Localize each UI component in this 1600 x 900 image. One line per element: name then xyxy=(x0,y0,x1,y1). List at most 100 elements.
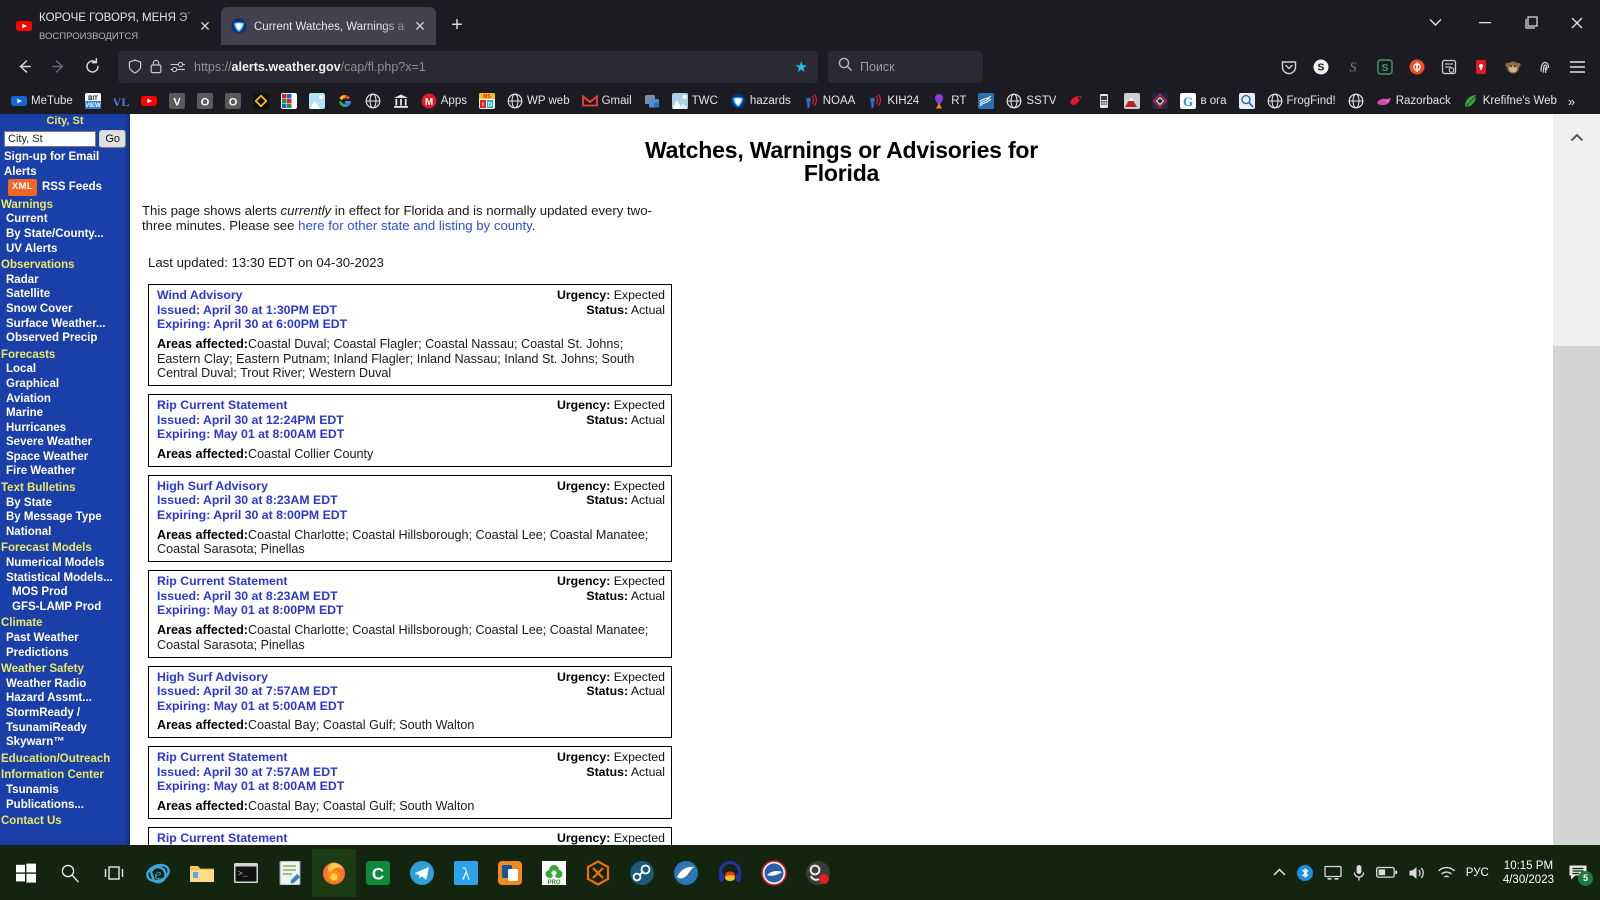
scroll-up-arrow-icon[interactable] xyxy=(1553,114,1600,161)
sidebar-item-space-weather[interactable]: Space Weather xyxy=(0,450,130,465)
alert-type-link[interactable]: Rip Current Statement xyxy=(157,398,557,413)
maximize-button[interactable] xyxy=(1508,0,1554,45)
new-tab-button[interactable]: + xyxy=(442,11,472,41)
sidebar-item-aviation[interactable]: Aviation xyxy=(0,392,130,407)
sidebar-item-numerical-models[interactable]: Numerical Models xyxy=(0,556,130,571)
steam-icon[interactable] xyxy=(620,849,664,897)
sidebar-item-by-message-type[interactable]: By Message Type xyxy=(0,510,130,525)
bookmarks-overflow-icon[interactable]: » xyxy=(1564,94,1579,109)
alert-expiring-time[interactable]: Expiring: April 30 at 6:00PM EDT xyxy=(157,317,557,332)
telegram-icon[interactable] xyxy=(400,849,444,897)
bookmark-item[interactable] xyxy=(1091,91,1117,111)
bookmark-item[interactable]: SSTV xyxy=(1001,91,1061,111)
internet-explorer-icon[interactable]: e xyxy=(136,849,180,897)
close-icon[interactable]: ✕ xyxy=(197,18,213,34)
bookmark-item[interactable] xyxy=(1234,91,1260,111)
bookmark-item[interactable]: TWC xyxy=(667,91,723,111)
city-state-input[interactable] xyxy=(4,131,97,147)
sidebar-item-surface-weather[interactable]: Surface Weather... xyxy=(0,317,130,332)
alert-type-link[interactable]: Rip Current Statement xyxy=(157,574,557,589)
s-green-box-icon[interactable]: S xyxy=(1370,52,1400,82)
file-explorer-icon[interactable] xyxy=(180,849,224,897)
other-state-link[interactable]: here for other state and listing by coun… xyxy=(298,218,532,233)
bookmark-item[interactable] xyxy=(136,91,162,111)
sidebar-item-statistical-models[interactable]: Statistical Models... xyxy=(0,571,130,586)
alert-issued-time[interactable]: Issued: April 30 at 7:57AM EDT xyxy=(157,684,557,699)
sidebar-item-warnings[interactable]: Warnings xyxy=(0,198,130,213)
address-bar[interactable]: https://alerts.weather.gov/cap/fl.php?x=… xyxy=(118,50,818,83)
fingerprint-icon[interactable] xyxy=(1530,52,1560,82)
forward-button[interactable] xyxy=(42,51,74,83)
sidebar-item-past-weather[interactable]: Past Weather xyxy=(0,631,130,646)
bookmark-item[interactable]: Gmail xyxy=(577,91,637,111)
close-icon[interactable]: ✕ xyxy=(412,18,428,34)
bookmark-item[interactable]: O xyxy=(192,91,218,111)
bookmark-item[interactable]: M Apps xyxy=(416,91,472,111)
sidebar-item-graphical[interactable]: Graphical xyxy=(0,377,130,392)
bookmark-item[interactable]: hazards xyxy=(725,91,796,111)
reload-button[interactable] xyxy=(76,51,108,83)
compass-icon[interactable] xyxy=(752,849,796,897)
sidebar-item-hurricanes[interactable]: Hurricanes xyxy=(0,421,130,436)
go-button[interactable]: Go xyxy=(99,130,126,148)
alert-type-link[interactable]: High Surf Advisory xyxy=(157,670,557,685)
sidebar-item-snow-cover[interactable]: Snow Cover xyxy=(0,302,130,317)
taskbar-search-icon[interactable] xyxy=(48,849,92,897)
bookmark-item[interactable]: V xyxy=(164,91,190,111)
alert-type-link[interactable]: High Surf Advisory xyxy=(157,479,557,494)
sidebar-item-forecasts[interactable]: Forecasts xyxy=(0,348,130,363)
sidebar-item-climate[interactable]: Climate xyxy=(0,616,130,631)
bookmark-item[interactable]: RT xyxy=(926,91,971,111)
lock-icon[interactable] xyxy=(150,59,162,74)
bookmark-item[interactable] xyxy=(1343,91,1369,111)
wifi-icon[interactable] xyxy=(1437,865,1456,880)
breadcrumb[interactable] xyxy=(130,114,1553,125)
icq-pro-icon[interactable]: PRO xyxy=(532,849,576,897)
bookmark-item[interactable]: MeTube xyxy=(6,91,78,111)
bookmark-item[interactable] xyxy=(973,91,999,111)
sidebar-item-contact-us[interactable]: Contact Us xyxy=(0,814,130,829)
back-button[interactable] xyxy=(8,51,40,83)
sidebar-item-observations[interactable]: Observations xyxy=(0,258,130,273)
alert-issued-time[interactable]: Issued: April 30 at 7:57AM EDT xyxy=(157,765,557,780)
language-indicator[interactable]: РУС xyxy=(1466,867,1489,879)
alert-expiring-time[interactable]: Expiring: May 01 at 8:00PM EDT xyxy=(157,603,557,618)
sidebar-item-information-center[interactable]: Information Center xyxy=(0,768,130,783)
alert-type-link[interactable]: Rip Current Statement xyxy=(157,831,557,845)
sidebar-item-stormready[interactable]: StormReady / xyxy=(0,706,130,721)
bookmark-item[interactable]: Gв ога xyxy=(1175,91,1231,111)
search-bar[interactable]: Поиск xyxy=(828,50,983,83)
sidebar-item-text-bulletins[interactable]: Text Bulletins xyxy=(0,481,130,496)
search-input-placeholder[interactable]: Поиск xyxy=(860,60,895,74)
alert-type-link[interactable]: Rip Current Statement xyxy=(157,750,557,765)
sidebar-item-forecast-models[interactable]: Forecast Models xyxy=(0,541,130,556)
obs-icon[interactable] xyxy=(796,849,840,897)
sidebar-item-local[interactable]: Local xyxy=(0,362,130,377)
alert-expiring-time[interactable]: Expiring: May 01 at 8:00AM EDT xyxy=(157,779,557,794)
sidebar-item-national[interactable]: National xyxy=(0,525,130,540)
bookmark-item[interactable] xyxy=(1063,91,1089,111)
list-all-tabs-icon[interactable] xyxy=(1408,0,1462,45)
sidebar-item-fire-weather[interactable]: Fire Weather xyxy=(0,464,130,479)
sidebar-item-tsunamis[interactable]: Tsunamis xyxy=(0,783,130,798)
bookmark-item[interactable]: BIT VIEW xyxy=(80,91,106,111)
lambda-app-icon[interactable]: λ xyxy=(444,849,488,897)
bookmark-item[interactable] xyxy=(1119,91,1145,111)
volume-icon[interactable] xyxy=(1408,865,1427,881)
shield-icon[interactable] xyxy=(128,59,142,74)
sidebar-item-radar[interactable]: Radar xyxy=(0,273,130,288)
red-lock-icon[interactable] xyxy=(1466,52,1496,82)
sidebar-item-current[interactable]: Current xyxy=(0,212,130,227)
sidebar-item-mos-prod[interactable]: MOS Prod xyxy=(0,585,130,600)
sidebar-item-education-outreach[interactable]: Education/Outreach xyxy=(0,752,130,767)
tray-expand-chevron-icon[interactable] xyxy=(1273,868,1286,877)
notification-center-icon[interactable]: 5 xyxy=(1568,864,1593,886)
task-view-icon[interactable] xyxy=(92,849,136,897)
orange-app-icon[interactable] xyxy=(488,849,532,897)
sidebar-item-tsunamiready[interactable]: TsunamiReady xyxy=(0,721,130,736)
close-window-button[interactable] xyxy=(1554,0,1600,45)
monkey-icon[interactable] xyxy=(1498,52,1528,82)
scrollbar-thumb[interactable] xyxy=(1553,161,1600,346)
c-green-app-icon[interactable]: C xyxy=(356,849,400,897)
sidebar-item-uv-alerts[interactable]: UV Alerts xyxy=(0,242,130,257)
